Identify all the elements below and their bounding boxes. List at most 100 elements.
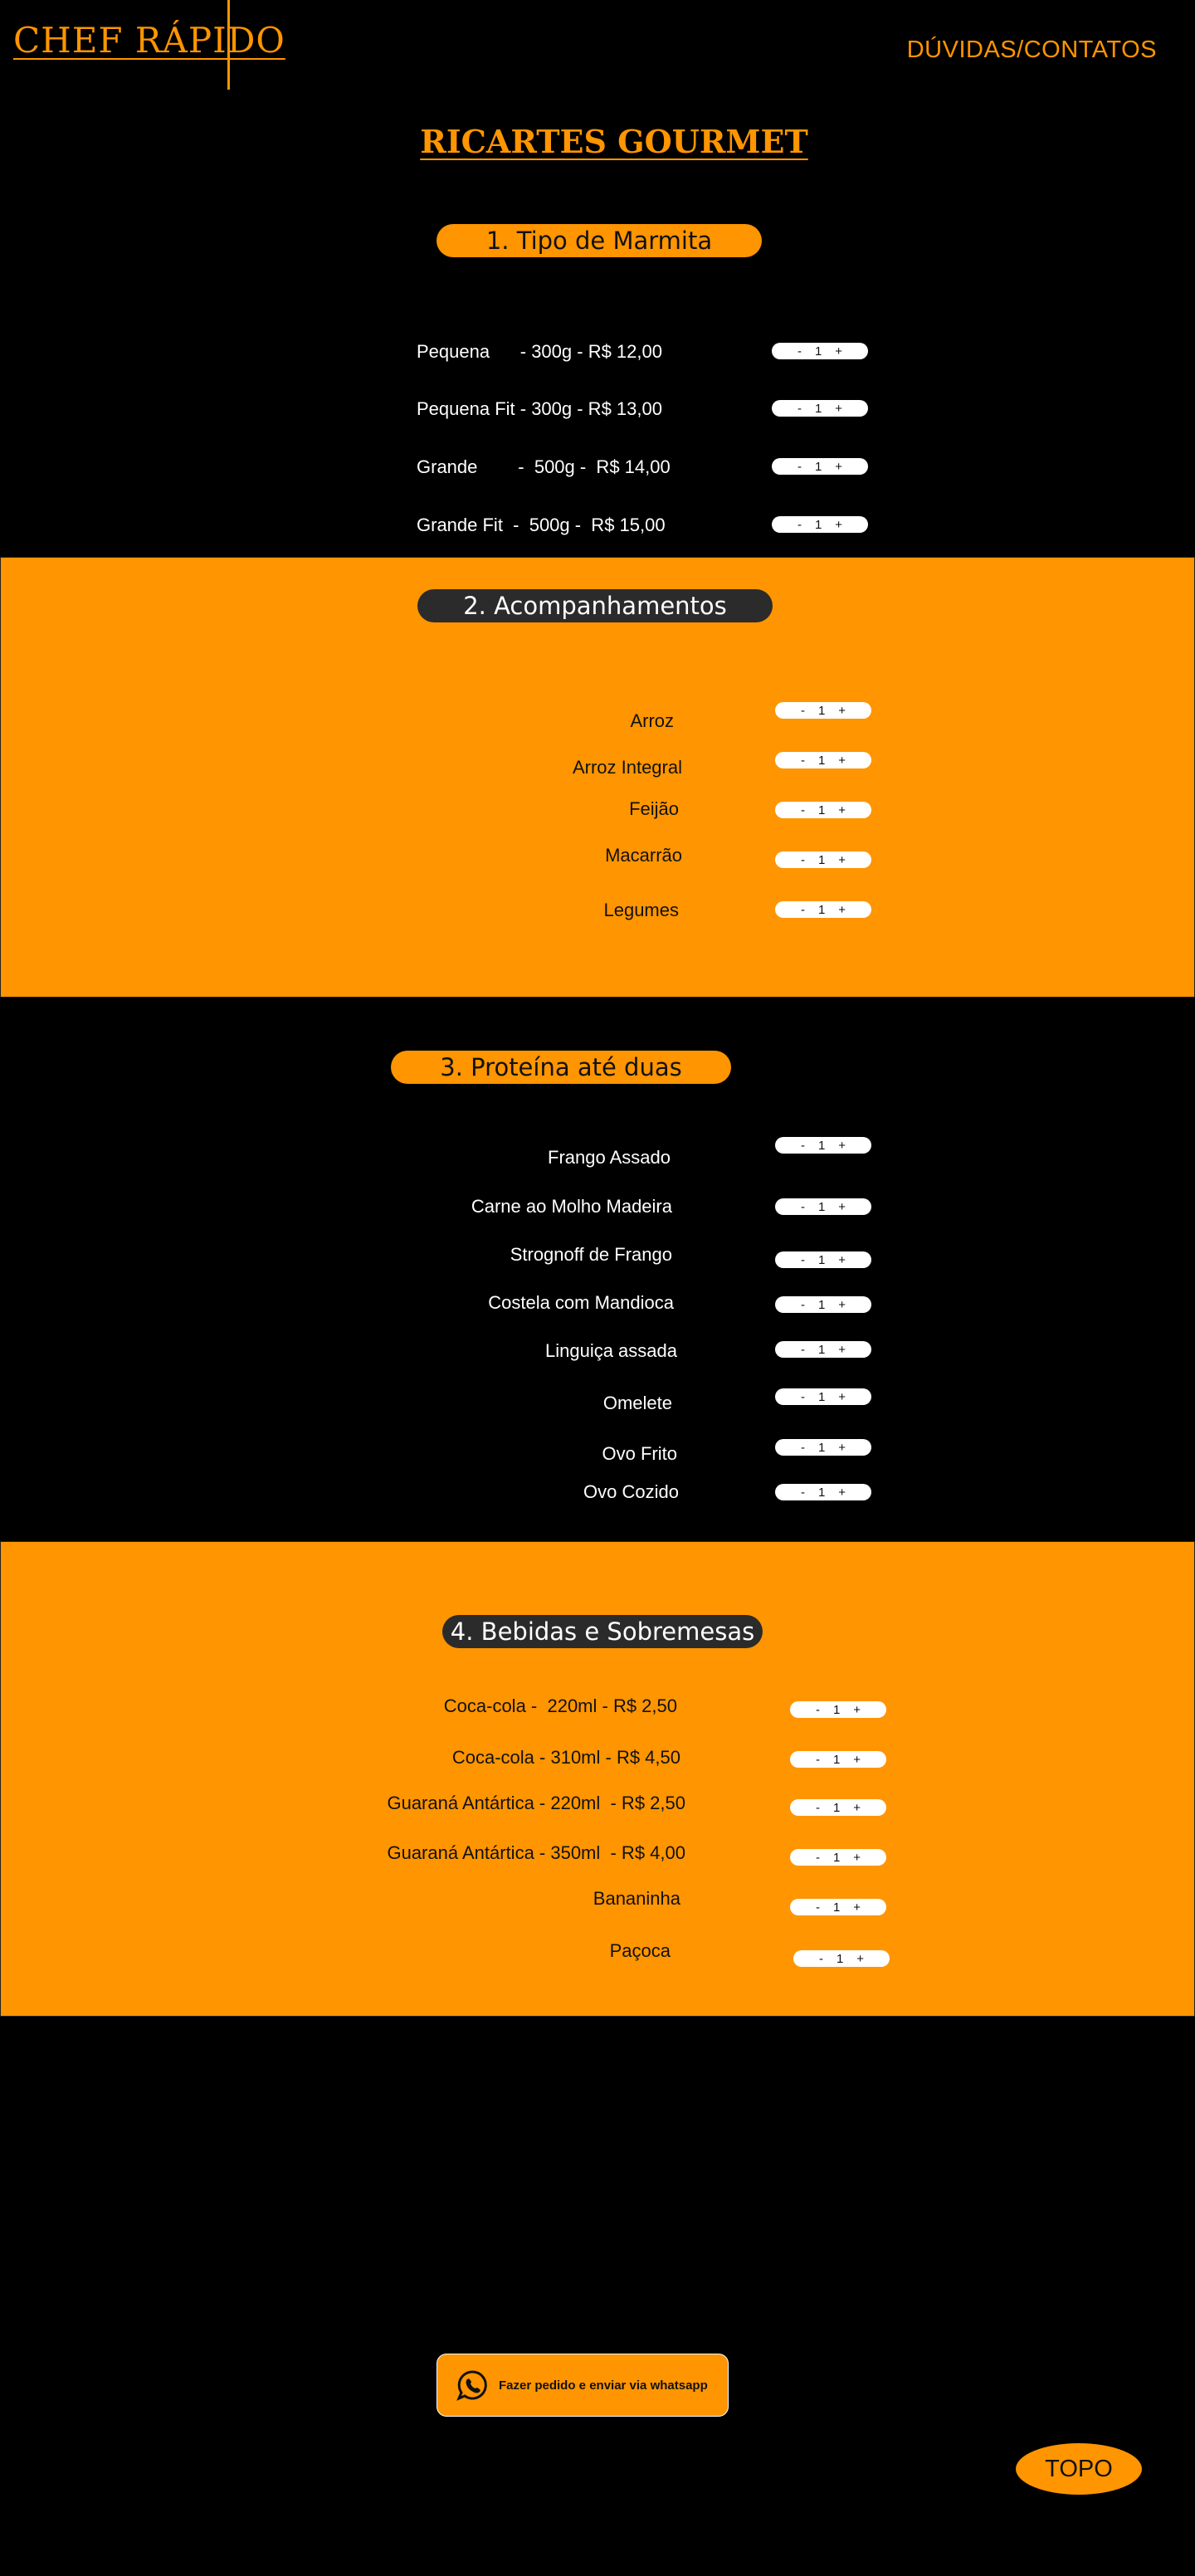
quantity-stepper[interactable]: -1 +: [775, 901, 871, 918]
decrement-button[interactable]: -: [797, 519, 802, 531]
increment-button[interactable]: +: [838, 1139, 846, 1152]
decrement-button[interactable]: -: [816, 1852, 820, 1864]
quantity-value: 1: [814, 401, 822, 416]
increment-button[interactable]: +: [838, 705, 846, 717]
quantity-stepper[interactable]: -1 +: [775, 851, 871, 868]
increment-button[interactable]: +: [838, 1299, 846, 1311]
increment-button[interactable]: +: [835, 402, 842, 415]
decrement-button[interactable]: -: [819, 1953, 823, 1965]
increment-button[interactable]: +: [838, 904, 846, 916]
quantity-stepper[interactable]: -1 +: [775, 1137, 871, 1154]
decrement-button[interactable]: -: [797, 402, 802, 415]
decrement-button[interactable]: -: [816, 1754, 820, 1766]
increment-button[interactable]: +: [853, 1852, 861, 1864]
item-label: Guaraná Antártica - 220ml - R$ 2,50: [387, 1793, 685, 1813]
item-label: Grande - 500g - R$ 14,00: [417, 456, 671, 477]
quantity-stepper[interactable]: -1 +: [775, 1439, 871, 1456]
quantity-stepper[interactable]: -1 +: [790, 1899, 886, 1915]
quantity-stepper[interactable]: -1 +: [772, 400, 868, 417]
item-label: Ovo Frito: [602, 1443, 677, 1464]
increment-button[interactable]: +: [853, 1754, 861, 1766]
quantity-value: 1: [832, 1850, 841, 1865]
increment-button[interactable]: +: [835, 519, 842, 531]
item-label: Macarrão: [605, 845, 682, 866]
increment-button[interactable]: +: [853, 1802, 861, 1814]
decrement-button[interactable]: -: [797, 345, 802, 358]
quantity-stepper[interactable]: -1 +: [775, 1198, 871, 1215]
quantity-stepper[interactable]: -1 +: [775, 1341, 871, 1358]
decrement-button[interactable]: -: [816, 1704, 820, 1716]
whatsapp-order-button[interactable]: Fazer pedido e enviar via whatsapp: [437, 2354, 729, 2417]
increment-button[interactable]: +: [838, 1344, 846, 1356]
quantity-value: 1: [817, 1485, 826, 1500]
site-logo[interactable]: CHEF RÁPIDO: [13, 20, 285, 61]
decrement-button[interactable]: -: [801, 1299, 805, 1311]
decrement-button[interactable]: -: [797, 461, 802, 473]
section-title-bebidas-sobremesas: 4. Bebidas e Sobremesas: [442, 1615, 763, 1648]
decrement-button[interactable]: -: [816, 1802, 820, 1814]
increment-button[interactable]: +: [853, 1901, 861, 1914]
increment-button[interactable]: +: [838, 1442, 846, 1454]
quantity-stepper[interactable]: -1 +: [775, 702, 871, 719]
quantity-value: 1: [832, 1702, 841, 1717]
quantity-stepper[interactable]: -1 +: [793, 1950, 890, 1967]
increment-button[interactable]: +: [838, 1254, 846, 1266]
quantity-stepper[interactable]: -1 +: [790, 1701, 886, 1718]
quantity-value: 1: [817, 1342, 826, 1357]
decrement-button[interactable]: -: [801, 705, 805, 717]
item-label: Legumes: [603, 900, 679, 920]
item-label: Arroz: [630, 710, 674, 731]
increment-button[interactable]: +: [835, 345, 842, 358]
quantity-stepper[interactable]: -1 +: [772, 343, 868, 359]
quantity-stepper[interactable]: -1 +: [790, 1849, 886, 1866]
quantity-stepper[interactable]: -1 +: [775, 1388, 871, 1405]
decrement-button[interactable]: -: [801, 854, 805, 866]
decrement-button[interactable]: -: [801, 1139, 805, 1152]
decrement-button[interactable]: -: [801, 804, 805, 817]
item-label: Paçoca: [609, 1940, 671, 1961]
increment-button[interactable]: +: [856, 1953, 864, 1965]
quantity-stepper[interactable]: -1 +: [775, 1251, 871, 1268]
decrement-button[interactable]: -: [801, 1391, 805, 1403]
decrement-button[interactable]: -: [801, 1201, 805, 1213]
item-label: Linguiça assada: [544, 1340, 677, 1361]
decrement-button[interactable]: -: [801, 1442, 805, 1454]
quantity-stepper[interactable]: -1 +: [775, 1484, 871, 1500]
quantity-stepper[interactable]: -1 +: [775, 752, 871, 768]
item-label: Pequena Fit - 300g - R$ 13,00: [417, 398, 662, 419]
increment-button[interactable]: +: [838, 754, 846, 767]
decrement-button[interactable]: -: [801, 754, 805, 767]
increment-button[interactable]: +: [835, 461, 842, 473]
quantity-stepper[interactable]: -1 +: [775, 802, 871, 818]
quantity-stepper[interactable]: -1 +: [775, 1296, 871, 1313]
increment-button[interactable]: +: [838, 804, 846, 817]
quantity-value: 1: [814, 459, 822, 474]
quantity-stepper[interactable]: -1 +: [790, 1751, 886, 1768]
quantity-stepper[interactable]: -1 +: [772, 516, 868, 533]
increment-button[interactable]: +: [838, 1391, 846, 1403]
increment-button[interactable]: +: [838, 854, 846, 866]
decrement-button[interactable]: -: [801, 1486, 805, 1499]
decrement-button[interactable]: -: [816, 1901, 820, 1914]
quantity-value: 1: [817, 753, 826, 768]
quantity-value: 1: [817, 1252, 826, 1267]
quantity-value: 1: [817, 803, 826, 817]
quantity-stepper[interactable]: -1 +: [772, 458, 868, 475]
section-title-proteina: 3. Proteína até duas: [391, 1051, 731, 1084]
decrement-button[interactable]: -: [801, 1344, 805, 1356]
quantity-stepper[interactable]: -1 +: [790, 1799, 886, 1816]
increment-button[interactable]: +: [838, 1201, 846, 1213]
back-to-top-button[interactable]: TOPO: [1016, 2443, 1142, 2495]
quantity-value: 1: [817, 1138, 826, 1153]
increment-button[interactable]: +: [838, 1486, 846, 1499]
increment-button[interactable]: +: [853, 1704, 861, 1716]
section-title-tipo-marmita: 1. Tipo de Marmita: [437, 224, 762, 257]
quantity-value: 1: [817, 852, 826, 867]
quantity-value: 1: [817, 703, 826, 718]
decrement-button[interactable]: -: [801, 904, 805, 916]
nav-duvidas-contatos-link[interactable]: DÚVIDAS/CONTATOS: [907, 37, 1157, 64]
decrement-button[interactable]: -: [801, 1254, 805, 1266]
quantity-value: 1: [817, 1440, 826, 1455]
whatsapp-button-label: Fazer pedido e enviar via whatsapp: [499, 2378, 708, 2393]
item-label: Costela com Mandioca: [488, 1292, 674, 1313]
